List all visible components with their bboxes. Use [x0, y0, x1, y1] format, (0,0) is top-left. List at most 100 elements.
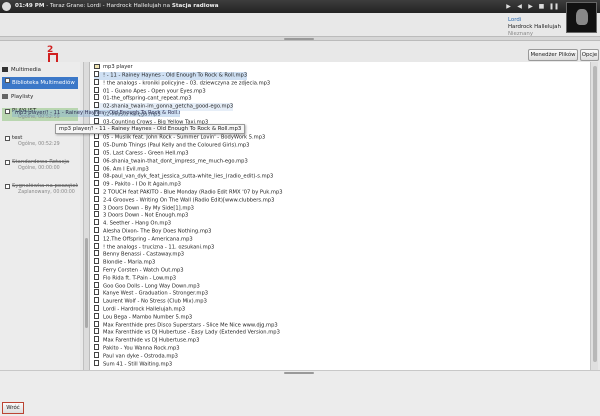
app-icon [2, 2, 11, 11]
file-list-scrollbar[interactable] [590, 62, 598, 370]
file-row[interactable]: Paul van dyke - Ostroda.mp3 [94, 351, 178, 361]
file-row[interactable]: 01 - Guano Apes - Open your Eyes.mp3 [94, 86, 206, 96]
file-row[interactable]: ! - 11 - Rainey Haynes - Old Enough To R… [94, 71, 248, 80]
file-name: Max Farenthide vs DJ Hubertuse.mp3 [103, 337, 200, 344]
file-name: ! the analogs - truciznа - 11. ozsukani.… [103, 244, 215, 251]
now-playing-ticker: 01:49 PM - Teraz Grane: Lordi - Hardrock… [15, 3, 219, 9]
playlist-item-icon [5, 160, 10, 165]
file-row[interactable]: 05 - Muslik feat. John Rock - Summer Lov… [94, 133, 266, 142]
file-row[interactable]: Max Farenthide vs DJ Hubertuse - Easy La… [94, 328, 280, 337]
music-file-icon [94, 71, 99, 77]
np-title: Hardrock Hallelujah [508, 24, 561, 30]
file-row[interactable]: Flo Rida ft. T-Pain - Low.mp3 [94, 273, 177, 283]
file-row[interactable]: 08-paul_van_dyk_feat_jessica_sutta-white… [94, 172, 274, 181]
file-row[interactable]: 4. Seether - Hang On.mp3 [94, 219, 172, 228]
file-row[interactable]: Max Farenthide pres Disco Superstars - S… [94, 320, 278, 330]
playlist-item-icon [5, 184, 10, 189]
station-name: Stacja radiowa [171, 3, 219, 9]
file-row[interactable]: 05-Dumb Things (Paul Kelly and the Colou… [94, 141, 249, 150]
file-row[interactable]: Pakito - You Wanna Rock.mp3 [94, 344, 180, 353]
file-name: 06-shania_twain-that_dont_impress_me_muc… [103, 158, 248, 165]
file-row[interactable]: 2 TOUCH feat PAKITO - Blue Monday (Radio… [94, 188, 283, 197]
music-file-icon [94, 188, 99, 194]
drag-tooltip: mp3 player/! - 11 - Rainey Haynes - Old … [55, 124, 246, 134]
sidebar-scroll-thumb[interactable] [85, 238, 88, 328]
splitter-top[interactable] [0, 36, 600, 41]
file-name: 02-shania_twain-im_gonna_getcha_good-ego… [103, 103, 234, 110]
music-file-icon [94, 273, 99, 280]
file-name: 08-paul_van_dyk_feat_jessica_sutta-white… [103, 173, 274, 180]
file-row[interactable]: Blondie - Maria.mp3 [94, 258, 156, 267]
file-row[interactable]: 06-shania_twain-that_dont_impress_me_muc… [94, 156, 248, 166]
music-file-icon [94, 250, 99, 257]
play-icon[interactable]: ▶ [505, 4, 512, 10]
file-row[interactable]: Alesha Dixon- The Boy Does Nothing.mp3 [94, 227, 212, 236]
file-row[interactable]: Lordi - Hardrock Hallelujah.mp3 [94, 305, 186, 314]
music-file-icon [94, 312, 99, 319]
splitter-grip-bottom[interactable] [284, 372, 314, 374]
file-row[interactable]: ! the analogs - kroniki policyjne - 03. … [94, 78, 271, 88]
music-file-icon [94, 203, 99, 210]
file-row[interactable]: Kanye West - Graduation - Stronger.mp3 [94, 289, 208, 298]
title-bar: 01:49 PM - Teraz Grane: Lordi - Hardrock… [0, 0, 600, 13]
sidebar: Multimedia Biblioteka Multimediów Playli… [0, 62, 80, 370]
file-name: Flo Rida ft. T-Pain - Low.mp3 [103, 275, 177, 282]
music-file-icon [94, 219, 99, 226]
music-file-icon [94, 149, 99, 155]
file-row[interactable]: 3 Doors Down - Not Enough.mp3 [94, 211, 188, 220]
music-file-icon [94, 141, 99, 148]
file-name: Lordi - Hardrock Hallelujah.mp3 [103, 306, 186, 313]
stop-icon[interactable]: ■ [538, 4, 545, 10]
file-row[interactable]: 06. Am I Evil.mp3 [94, 164, 149, 174]
file-row[interactable]: Goo Goo Dolls - Long Way Down.mp3 [94, 281, 200, 291]
pause-icon[interactable]: ❚❚ [549, 4, 559, 10]
file-row[interactable]: 05. Last Caress - Green Hell.mp3 [94, 149, 189, 158]
file-row[interactable]: 09 - Pakito - I Do It Again.mp3 [94, 180, 181, 189]
next-icon[interactable]: ▶ [527, 4, 534, 10]
file-row[interactable]: Ferry Corsten - Watch Out.mp3 [94, 266, 184, 275]
file-name: Max Farenthide vs DJ Hubertuse - Easy La… [103, 329, 280, 336]
file-name: 09 - Pakito - I Do It Again.mp3 [103, 181, 181, 188]
music-file-icon [94, 94, 99, 101]
file-name: 4. Seether - Hang On.mp3 [103, 220, 172, 227]
previous-icon[interactable]: ◀ [516, 4, 523, 10]
file-row[interactable]: Sum 41 - Still Waiting.mp3 [94, 359, 172, 369]
sidebar-item-library[interactable]: Biblioteka Multimediów [2, 77, 78, 89]
file-name: ! - 11 - Rainey Haynes - Old Enough To R… [103, 72, 248, 79]
file-row[interactable]: Lou Bega - Mambo Number 5.mp3 [94, 312, 193, 322]
sidebar-playlist-item[interactable]: Sygnałówka na początek Zaplanowany, 00:0… [2, 183, 78, 196]
file-name: Benny Benassi - Castaway.mp3 [103, 251, 185, 258]
file-name: 05 - Muslik feat. John Rock - Summer Lov… [103, 134, 266, 141]
playlist-icon [2, 94, 8, 99]
music-file-icon [94, 297, 99, 304]
multimedia-header[interactable]: Multimedia [2, 66, 41, 74]
file-list-scroll-thumb[interactable] [593, 66, 597, 362]
file-row[interactable]: Laurent Wolf - No Stress (Club Mix).mp3 [94, 297, 207, 306]
file-row[interactable]: Max Farenthide vs DJ Hubertuse.mp3 [94, 336, 200, 345]
options-button[interactable]: Opcje [580, 49, 599, 61]
sidebar-playlist-item[interactable]: Standardowa Rotacja Ogólne, 00:00:00 [2, 159, 78, 172]
file-name: Alesha Dixon- The Boy Does Nothing.mp3 [103, 228, 212, 235]
file-manager-button[interactable]: Menedżer Plików [528, 49, 578, 61]
file-row[interactable]: Benny Benassi - Castaway.mp3 [94, 250, 185, 259]
music-file-icon [94, 266, 99, 272]
playlists-header[interactable]: Playlisty [2, 93, 33, 101]
file-name: Lou Bega - Mambo Number 5.mp3 [103, 314, 193, 321]
file-name: ! the analogs - kroniki policyjne - 03. … [103, 80, 271, 87]
now-playing-panel: Lordi Hardrock Hallelujah Nieznany [508, 17, 561, 38]
music-file-icon [94, 133, 99, 140]
folder-row[interactable]: mp3 player [94, 64, 133, 72]
file-row[interactable]: ! the analogs - truciznа - 11. ozsukani.… [94, 242, 215, 252]
back-button[interactable]: Wróć [2, 402, 24, 414]
file-row[interactable]: 01-the_offspring-cant_repeat.mp3 [94, 94, 192, 103]
sidebar-playlist-item[interactable]: test Ogólne, 00:52:29 [2, 135, 78, 148]
file-name: 05. Last Caress - Green Hell.mp3 [103, 150, 189, 157]
music-file-icon [94, 359, 99, 366]
clock: 01:49 PM [15, 3, 45, 9]
file-name: Blondie - Maria.mp3 [103, 259, 156, 266]
splitter-grip[interactable] [284, 38, 314, 40]
file-row[interactable]: 3 Doors Down - By My Side[1].mp3 [94, 203, 194, 213]
file-row[interactable]: 2-4 Grooves - Writing On The Wall (Radio… [94, 195, 274, 205]
file-row[interactable]: 12.The Offspring - Americana.mp3 [94, 234, 193, 244]
music-file-icon [94, 86, 99, 93]
